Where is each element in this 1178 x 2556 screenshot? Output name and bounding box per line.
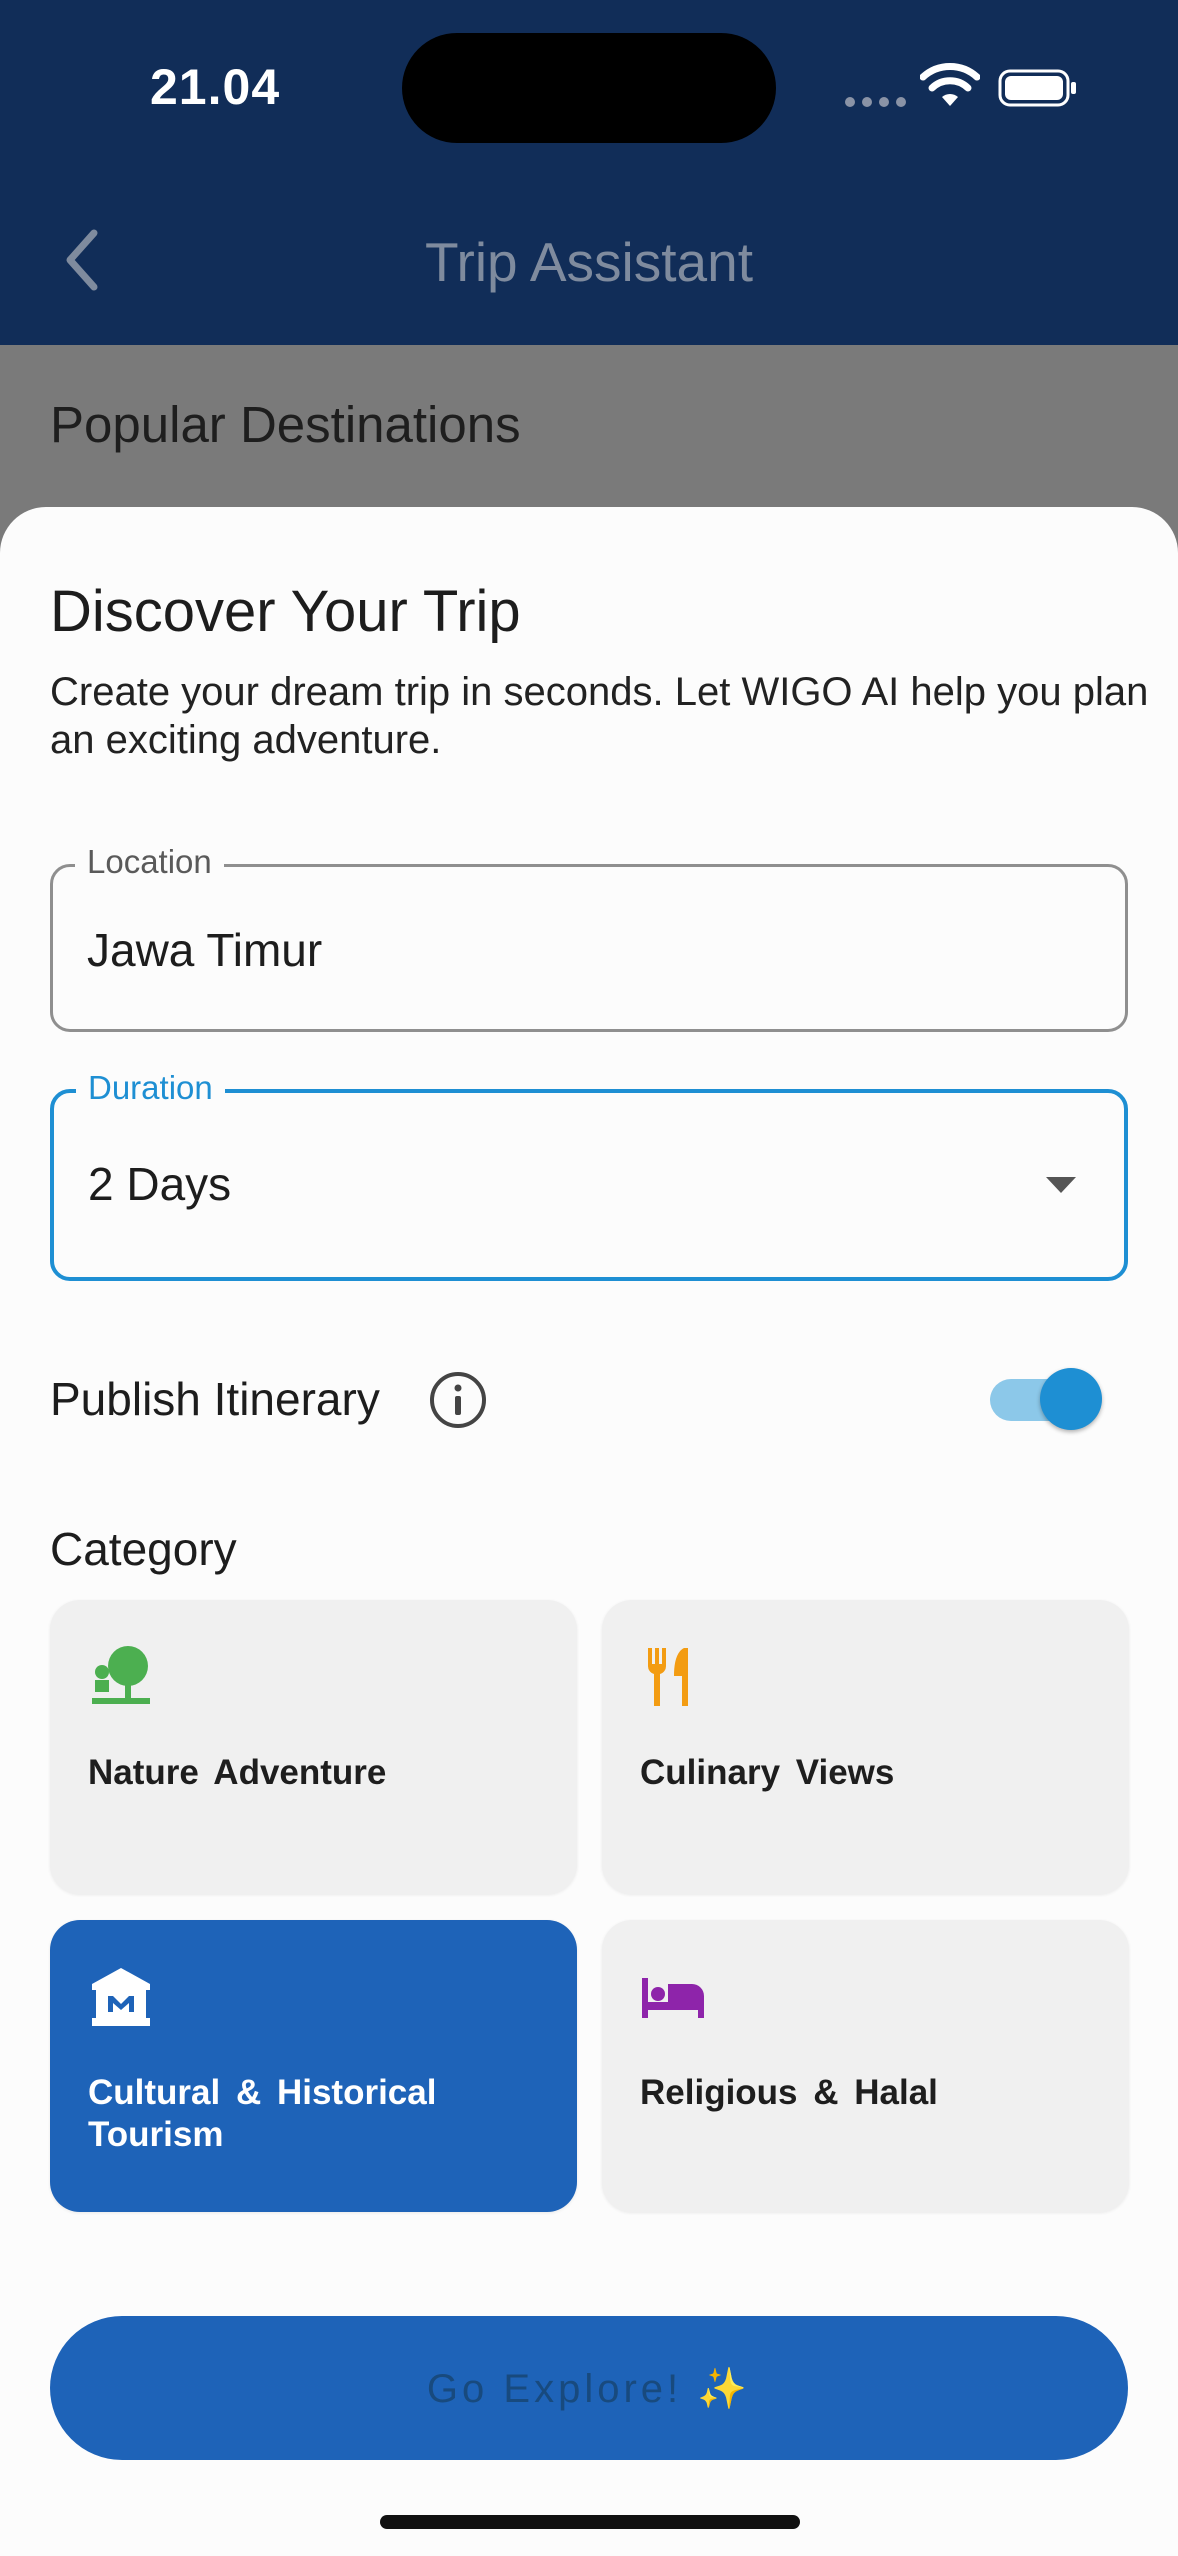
location-field[interactable]: Location Jawa Timur	[50, 843, 1128, 1032]
wifi-icon	[920, 63, 980, 106]
sheet-description: Create your dream trip in seconds. Let W…	[50, 670, 1149, 762]
dropdown-arrow-icon[interactable]	[1046, 1177, 1076, 1193]
dynamic-island	[402, 33, 776, 143]
home-indicator[interactable]	[380, 2515, 800, 2529]
page-title: Trip Assistant	[424, 231, 754, 293]
go-explore-label: Go Explore! ✨	[426, 2367, 752, 2411]
category-label-text: Religious & Halal	[640, 2073, 938, 2112]
bed-icon	[642, 1978, 704, 2018]
category-label-text: Nature Adventure	[88, 1753, 387, 1792]
restaurant-icon	[647, 1648, 688, 1706]
category-nature-adventure[interactable]: Nature Adventure	[50, 1600, 577, 1894]
battery-icon	[998, 69, 1076, 107]
publish-toggle-thumb[interactable]	[1040, 1368, 1102, 1430]
duration-value: 2 Days	[88, 1158, 232, 1210]
category-cultural-historical[interactable]: Cultural & Historical Tourism	[50, 1920, 577, 2212]
category-label: Category	[50, 1523, 237, 1575]
duration-dropdown[interactable]: Duration 2 Days	[50, 1069, 1128, 1281]
status-time: 21.04	[150, 59, 281, 115]
signal-icon	[845, 94, 915, 107]
category-religious-halal[interactable]: Religious & Halal	[602, 1920, 1129, 2212]
park-icon	[92, 1646, 150, 1704]
popular-destinations-title: Popular Destinations	[50, 396, 521, 453]
sheet-title: Discover Your Trip	[50, 579, 521, 644]
museum-icon	[92, 1968, 150, 2026]
location-label: Location	[75, 843, 224, 881]
category-label-text: Cultural & Historical Tourism	[88, 2073, 437, 2154]
category-label-text: Culinary Views	[640, 1753, 895, 1792]
location-value[interactable]: Jawa Timur	[87, 923, 322, 977]
go-explore-button[interactable]: Go Explore! ✨	[50, 2316, 1128, 2460]
category-culinary-views[interactable]: Culinary Views	[602, 1600, 1129, 1894]
info-icon[interactable]	[428, 1370, 488, 1430]
duration-label: Duration	[76, 1069, 225, 1107]
publish-itinerary-label: Publish Itinerary	[50, 1373, 380, 1425]
